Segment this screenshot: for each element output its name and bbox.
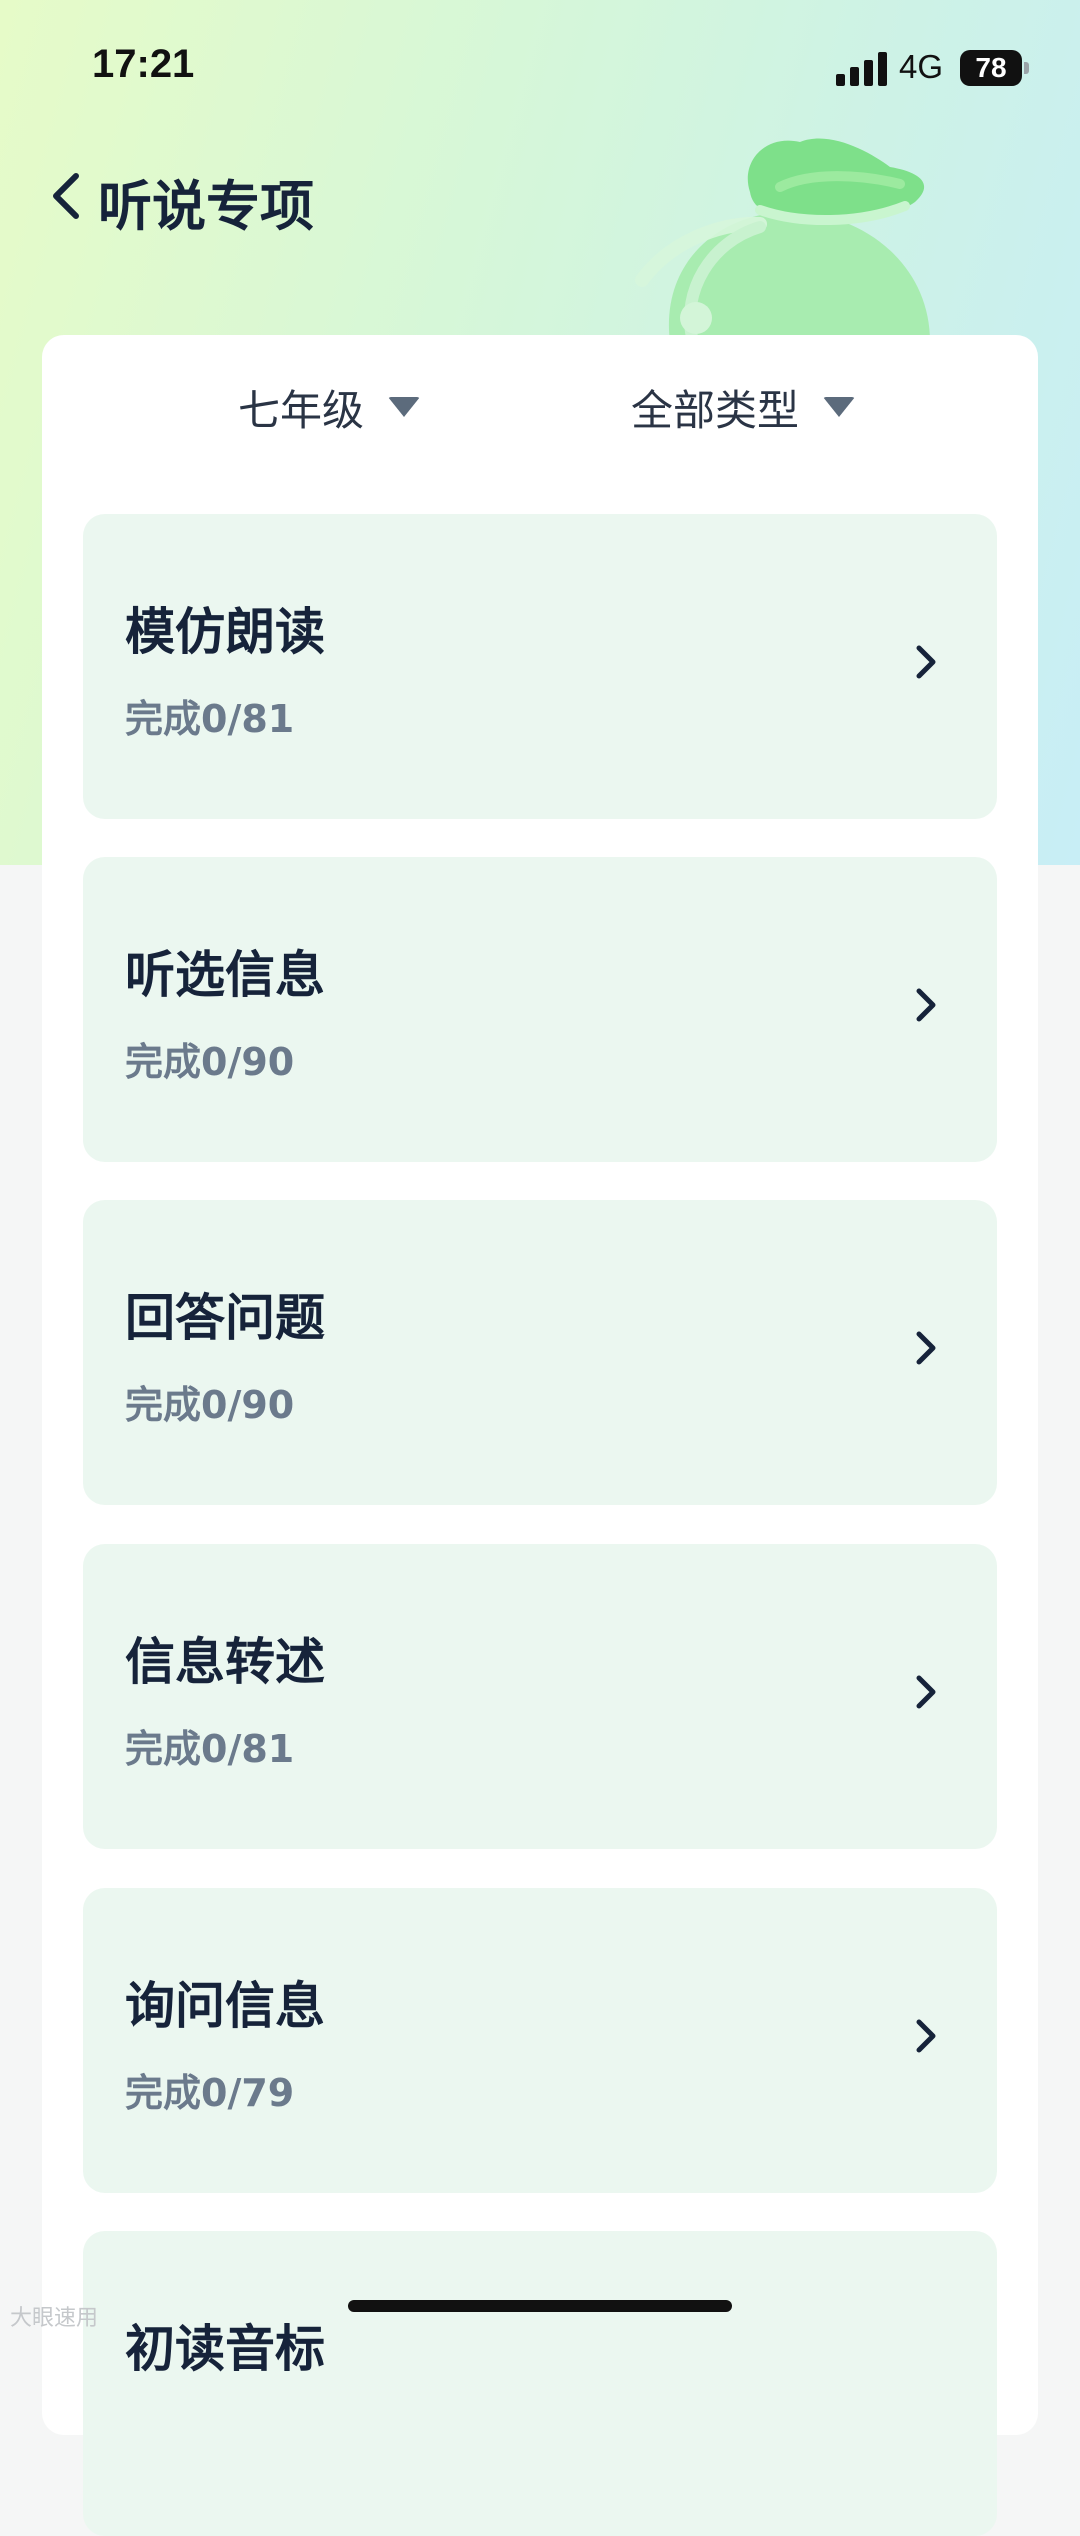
caret-down-icon — [823, 397, 856, 417]
page-title: 听说专项 — [98, 175, 314, 238]
item-title: 初读音标 — [125, 2320, 325, 2378]
chevron-right-icon — [916, 1675, 936, 1709]
chevron-right-icon — [916, 645, 936, 679]
item-title: 模仿朗读 — [125, 603, 325, 661]
back-chevron-icon[interactable] — [48, 170, 84, 222]
caret-down-icon — [388, 397, 421, 417]
battery-level: 78 — [975, 52, 1007, 83]
item-progress: 完成0/79 — [125, 2071, 295, 2115]
item-progress: 完成0/90 — [125, 1040, 295, 1084]
green-bag-illustration — [635, 138, 930, 343]
item-progress: 完成0/81 — [125, 697, 295, 741]
list-item[interactable]: 初读音标 — [83, 2231, 997, 2536]
item-title: 信息转述 — [125, 1633, 325, 1691]
watermark: 大眼速用 — [10, 2306, 99, 2331]
grade-filter-label: 七年级 — [238, 385, 365, 435]
item-title: 听选信息 — [125, 946, 325, 1004]
item-progress: 完成0/90 — [125, 1383, 295, 1427]
battery-icon: 78 — [960, 50, 1022, 86]
signal-icon — [836, 52, 888, 86]
type-filter-label: 全部类型 — [631, 385, 800, 435]
grade-filter-dropdown[interactable]: 七年级 — [238, 371, 421, 443]
list-item[interactable]: 信息转述 完成0/81 — [83, 1544, 997, 1849]
type-filter-dropdown[interactable]: 全部类型 — [631, 371, 856, 443]
list-item[interactable]: 听选信息 完成0/90 — [83, 857, 997, 1162]
item-title: 询问信息 — [125, 1977, 325, 2035]
status-time: 17:21 — [92, 42, 195, 86]
list-item[interactable]: 模仿朗读 完成0/81 — [83, 514, 997, 819]
chevron-right-icon — [916, 1331, 936, 1365]
chevron-right-icon — [916, 988, 936, 1022]
chevron-right-icon — [916, 2019, 936, 2053]
battery-cap — [1024, 62, 1029, 74]
content-card: 七年级 全部类型 模仿朗读 完成0/81 听选信息 完成0/90 回答问题 完成… — [42, 335, 1038, 2536]
list-item[interactable]: 回答问题 完成0/90 — [83, 1200, 997, 1505]
item-title: 回答问题 — [125, 1289, 325, 1347]
item-progress: 完成0/81 — [125, 1727, 295, 1771]
network-type: 4G — [899, 48, 944, 85]
list-item[interactable]: 询问信息 完成0/79 — [83, 1888, 997, 2193]
home-indicator — [348, 2300, 732, 2312]
status-bar: 17:21 4G 78 — [0, 0, 1080, 130]
